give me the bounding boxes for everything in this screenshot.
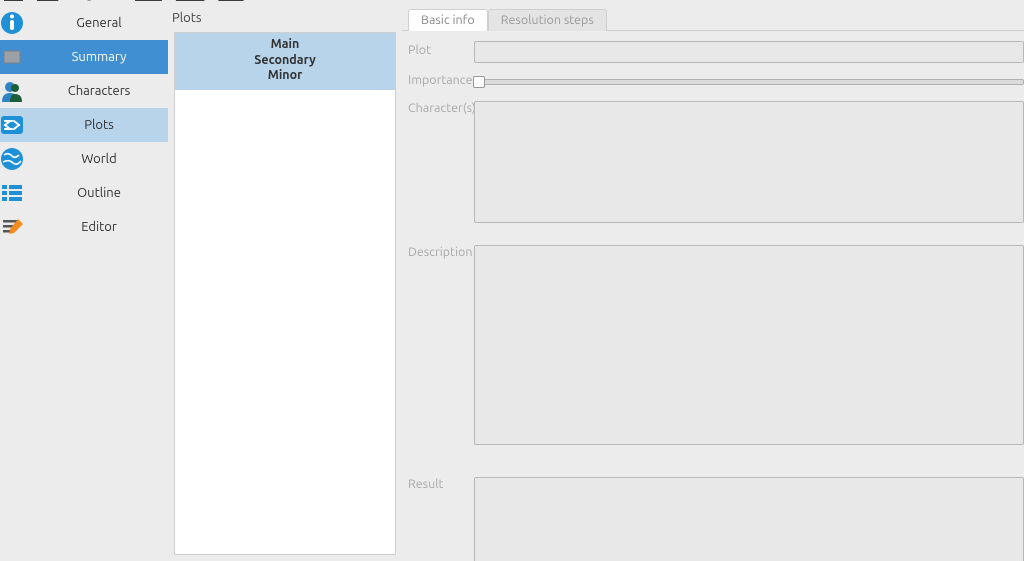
globe-icon: [0, 147, 30, 171]
plots-list[interactable]: Main Secondary Minor: [174, 32, 396, 555]
editor-icon: [0, 215, 30, 239]
plots-icon: [0, 113, 30, 137]
sidebar-item-general[interactable]: General: [0, 6, 168, 40]
plots-list-panel: Plots Main Secondary Minor: [168, 6, 402, 561]
menu-tools[interactable]: Tools: [176, 0, 205, 1]
summary-icon: [0, 45, 30, 69]
sidebar-item-world[interactable]: World: [0, 142, 168, 176]
panel-title: Plots: [168, 8, 402, 28]
description-label: Description: [408, 245, 474, 469]
sidebar-item-label: Characters: [30, 84, 168, 98]
detail-panel: Basic info Resolution steps Plot Importa…: [402, 6, 1024, 561]
sidebar-item-label: General: [30, 16, 168, 30]
sidebar-item-characters[interactable]: Characters: [0, 74, 168, 108]
description-textarea[interactable]: [474, 245, 1024, 445]
tab-pane-basic-info: Plot Importance Character(s) De: [402, 30, 1024, 561]
sidebar-item-plots[interactable]: Plots: [0, 108, 168, 142]
info-icon: [0, 11, 30, 35]
plot-group-main[interactable]: Main: [175, 37, 395, 53]
person-icon: [0, 79, 30, 103]
sidebar-item-label: Summary: [30, 50, 168, 64]
outline-icon: [0, 181, 30, 205]
menu-help[interactable]: Help: [218, 0, 243, 1]
sidebar-item-label: World: [30, 152, 168, 166]
importance-label: Importance: [408, 71, 474, 93]
sidebar-item-outline[interactable]: Outline: [0, 176, 168, 210]
plot-group-secondary[interactable]: Secondary: [175, 53, 395, 69]
sidebar: General Summary Characters Plots: [0, 6, 168, 561]
tab-bar: Basic info Resolution steps: [402, 8, 1024, 30]
plots-list-header: Main Secondary Minor: [175, 33, 395, 90]
characters-textarea[interactable]: [474, 101, 1024, 223]
importance-slider[interactable]: [474, 79, 1024, 85]
result-label: Result: [408, 477, 474, 561]
plot-input[interactable]: [474, 41, 1024, 63]
slider-handle[interactable]: [473, 76, 485, 88]
sidebar-item-editor[interactable]: Editor: [0, 210, 168, 244]
menu-organize[interactable]: Organize: [72, 0, 121, 1]
plot-group-minor[interactable]: Minor: [175, 68, 395, 84]
menu-edit[interactable]: Edit: [37, 0, 58, 1]
characters-label: Character(s): [408, 101, 474, 223]
plot-label: Plot: [408, 41, 474, 63]
sidebar-item-label: Plots: [30, 118, 168, 132]
menu-file[interactable]: File: [4, 0, 23, 1]
tab-basic-info[interactable]: Basic info: [408, 9, 488, 31]
result-textarea[interactable]: [474, 477, 1024, 561]
sidebar-item-summary[interactable]: Summary: [0, 40, 168, 74]
tab-resolution-steps[interactable]: Resolution steps: [488, 9, 607, 31]
sidebar-item-label: Outline: [30, 186, 168, 200]
sidebar-item-label: Editor: [30, 220, 168, 234]
menu-view[interactable]: View: [135, 0, 162, 1]
